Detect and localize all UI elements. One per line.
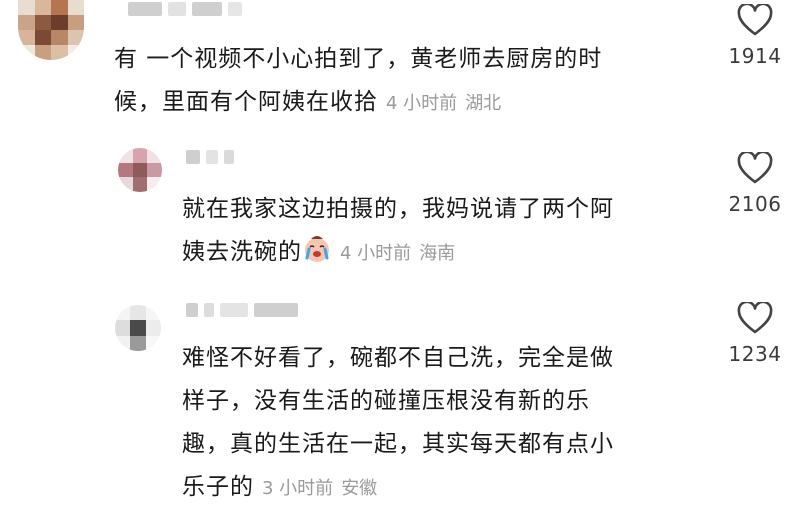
heart-outline-icon — [737, 4, 773, 36]
username-masked[interactable] — [186, 303, 298, 317]
comment-line: 趣，真的生活在一起，其实每天都有点小 — [182, 431, 614, 457]
crying-face-emoji — [305, 236, 329, 262]
username-masked[interactable] — [128, 2, 242, 16]
comment-text: 有 一个视频不小心拍到了，黄老师去厨房的时 候，里面有个阿姨在收拾 4 小时前 湖北 — [114, 38, 602, 125]
comment-line: 有 一个视频不小心拍到了，黄老师去厨房的时 — [114, 46, 603, 72]
like-count: 1914 — [728, 44, 782, 68]
timestamp: 3 小时前 — [262, 478, 334, 499]
avatar[interactable] — [118, 148, 162, 192]
like-button[interactable]: 1234 — [710, 302, 800, 366]
comment-meta: 4 小时前 海南 — [340, 243, 455, 264]
avatar[interactable] — [115, 305, 161, 351]
avatar[interactable] — [18, 0, 84, 60]
comment-line: 就在我家这边拍摄的，我妈说请了两个阿 — [182, 196, 614, 222]
like-count: 2106 — [728, 192, 782, 216]
ip-location: 海南 — [419, 243, 456, 264]
username-masked[interactable] — [186, 150, 234, 164]
comment-line: 姨去洗碗的 4 小时前 海南 — [182, 231, 614, 275]
comment-line: 候，里面有个阿姨在收拾 4 小时前 湖北 — [114, 89, 502, 115]
comment-line: 乐子的 3 小时前 安徽 — [182, 474, 378, 500]
ip-location: 湖北 — [465, 93, 502, 114]
comment-text: 难怪不好看了，碗都不自己洗，完全是做 样子，没有生活的碰撞压根没有新的乐 趣，真… — [182, 337, 614, 510]
comment-meta: 3 小时前 安徽 — [262, 478, 377, 499]
comment-line: 样子，没有生活的碰撞压根没有新的乐 — [182, 388, 590, 414]
comment-text: 就在我家这边拍摄的，我妈说请了两个阿 姨去洗碗的 4 小时前 海南 — [182, 188, 614, 275]
timestamp: 4 小时前 — [340, 243, 412, 264]
timestamp: 4 小时前 — [386, 93, 458, 114]
like-button[interactable]: 2106 — [710, 152, 800, 216]
like-count: 1234 — [728, 342, 782, 366]
heart-outline-icon — [737, 302, 773, 334]
comment-line: 难怪不好看了，碗都不自己洗，完全是做 — [182, 345, 614, 371]
heart-outline-icon — [737, 152, 773, 184]
like-button[interactable]: 1914 — [710, 4, 800, 68]
ip-location: 安徽 — [341, 478, 378, 499]
comment-meta: 4 小时前 湖北 — [386, 93, 501, 114]
